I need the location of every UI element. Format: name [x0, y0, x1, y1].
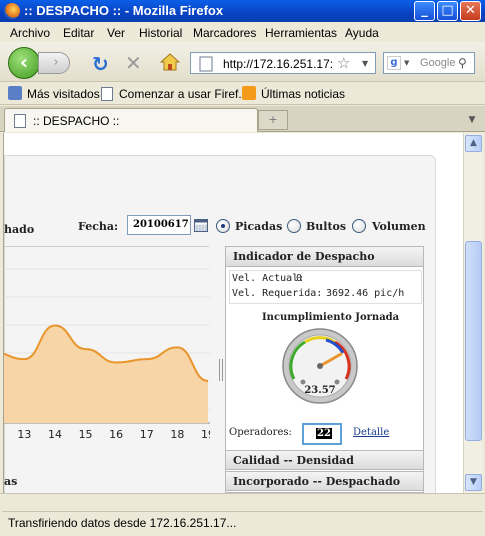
tab-bar: :: DESPACHO :: + ▼	[0, 106, 485, 132]
status-bar: Transfiriendo datos desde 172.16.251.17.…	[0, 493, 485, 536]
page-content: hado Fecha: 20100617 Picadas Bultos Volu…	[3, 133, 463, 493]
rss-icon	[242, 86, 256, 100]
fecha-label: Fecha:	[78, 220, 119, 233]
x-tick-label: 16	[109, 428, 123, 441]
page-icon	[101, 87, 113, 101]
bookmark-folder-icon	[8, 86, 22, 100]
vel-actual-value: 0	[296, 273, 303, 284]
x-tick-label: 18	[170, 428, 184, 441]
forward-button[interactable]: ›	[38, 52, 70, 74]
search-engine-chevron-icon[interactable]: ▼	[404, 59, 409, 67]
fecha-input[interactable]: 20100617	[127, 215, 191, 235]
radio-picadas[interactable]	[216, 219, 230, 233]
section-label: hado	[4, 223, 35, 236]
page-icon	[199, 56, 213, 72]
menu-editar[interactable]: Editar	[63, 26, 94, 40]
title-bar: :: DESPACHO :: - Mozilla Firefox _ □ ✕	[0, 0, 485, 22]
bookmark-comenzar[interactable]: Comenzar a usar Firef...	[119, 87, 248, 101]
chevron-down-icon[interactable]: ▼	[362, 59, 368, 68]
google-icon[interactable]: g	[387, 56, 401, 70]
vel-requerida-label: Vel. Requerida:	[232, 288, 323, 299]
search-bar[interactable]: g ▼ Google ⚲	[383, 52, 475, 74]
vel-requerida-value: 3692.46 pic/h	[326, 288, 405, 299]
url-text: http://172.16.251.17:8	[223, 57, 333, 71]
window-title: :: DESPACHO :: - Mozilla Firefox	[24, 3, 224, 18]
tab-despacho[interactable]: :: DESPACHO ::	[4, 108, 258, 132]
page-icon	[14, 114, 26, 128]
vertical-scrollbar[interactable]: ▲ ▼	[463, 133, 483, 493]
menu-bar: Archivo Editar Ver Historial Marcadores …	[0, 22, 485, 42]
back-button[interactable]: ‹	[8, 47, 40, 79]
menu-historial[interactable]: Historial	[139, 26, 182, 40]
firefox-icon	[4, 3, 20, 19]
operadores-input[interactable]: 22	[302, 423, 342, 445]
bookmarks-bar: Más visitados Comenzar a usar Firef... Ú…	[0, 83, 485, 105]
calidad-densidad-header[interactable]: Calidad -- Densidad	[226, 450, 423, 470]
close-button[interactable]: ✕	[460, 1, 481, 21]
detalle-link[interactable]: Detalle	[353, 427, 389, 438]
menu-ver[interactable]: Ver	[107, 26, 125, 40]
bookmark-mas-visitados[interactable]: Más visitados	[27, 87, 100, 101]
splitter-handle[interactable]	[219, 359, 223, 381]
home-icon[interactable]	[160, 52, 180, 72]
scroll-up-button[interactable]: ▲	[465, 135, 482, 152]
scroll-down-button[interactable]: ▼	[465, 474, 482, 491]
x-axis-label: as	[4, 475, 18, 488]
url-bar[interactable]: http://172.16.251.17:8 ☆ ▼	[190, 52, 376, 74]
x-tick-label: 15	[79, 428, 93, 441]
operadores-value: 22	[316, 428, 332, 439]
search-placeholder: Google	[420, 57, 456, 69]
velocity-box: Vel. Actual: 0 Vel. Requerida: 3692.46 p…	[229, 270, 422, 304]
radio-bultos-label: Bultos	[306, 220, 347, 233]
x-tick-label: 14	[48, 428, 62, 441]
menu-ayuda[interactable]: Ayuda	[345, 26, 379, 40]
horizontal-scrollbar-track	[2, 495, 483, 512]
vel-actual-label: Vel. Actual:	[232, 273, 305, 284]
indicator-panel: Indicador de Despacho Vel. Actual: 0 Vel…	[225, 246, 424, 493]
speed-gauge: 23.57	[282, 328, 358, 404]
maximize-button[interactable]: □	[437, 1, 458, 21]
navigation-toolbar: ‹ › ↻ ✕ http://172.16.251.17:8 ☆ ▼ g ▼ G…	[0, 42, 485, 82]
calendar-icon[interactable]	[194, 219, 208, 232]
menu-marcadores[interactable]: Marcadores	[193, 26, 256, 40]
status-text: Transfiriendo datos desde 172.16.251.17.…	[8, 516, 237, 530]
x-tick-label: 19	[201, 428, 210, 441]
gauge-title: Incumplimiento Jornada	[262, 312, 400, 323]
radio-bultos[interactable]	[287, 219, 301, 233]
incorporado-despachado-header[interactable]: Incorporado -- Despachado	[226, 471, 423, 491]
menu-archivo[interactable]: Archivo	[10, 26, 50, 40]
scroll-thumb[interactable]	[465, 241, 482, 441]
menu-herramientas[interactable]: Herramientas	[265, 26, 337, 40]
x-tick-label: 13	[17, 428, 31, 441]
gauge-value: 23.57	[304, 385, 335, 396]
tab-list-chevron-icon[interactable]: ▼	[463, 110, 481, 130]
divider	[4, 246, 209, 247]
radio-picadas-label: Picadas	[235, 220, 283, 233]
stop-icon[interactable]: ✕	[125, 51, 142, 75]
search-icon[interactable]: ⚲	[458, 56, 467, 70]
star-icon[interactable]: ☆	[337, 54, 350, 72]
radio-volumen-label: Volumen	[372, 220, 426, 233]
operadores-label: Operadores:	[229, 427, 292, 438]
reload-icon[interactable]: ↻	[92, 52, 109, 76]
x-tick-label: 17	[140, 428, 154, 441]
tab-label: :: DESPACHO ::	[33, 114, 120, 128]
new-tab-button[interactable]: +	[258, 110, 288, 130]
minimize-button[interactable]: _	[414, 1, 435, 21]
radio-volumen[interactable]	[352, 219, 366, 233]
despacho-chart: 13 14 15 16 17 18 19	[4, 268, 210, 441]
indicator-title[interactable]: Indicador de Despacho	[226, 247, 423, 267]
bookmark-ultimas-noticias[interactable]: Últimas noticias	[261, 87, 345, 101]
chart-area	[4, 325, 208, 423]
